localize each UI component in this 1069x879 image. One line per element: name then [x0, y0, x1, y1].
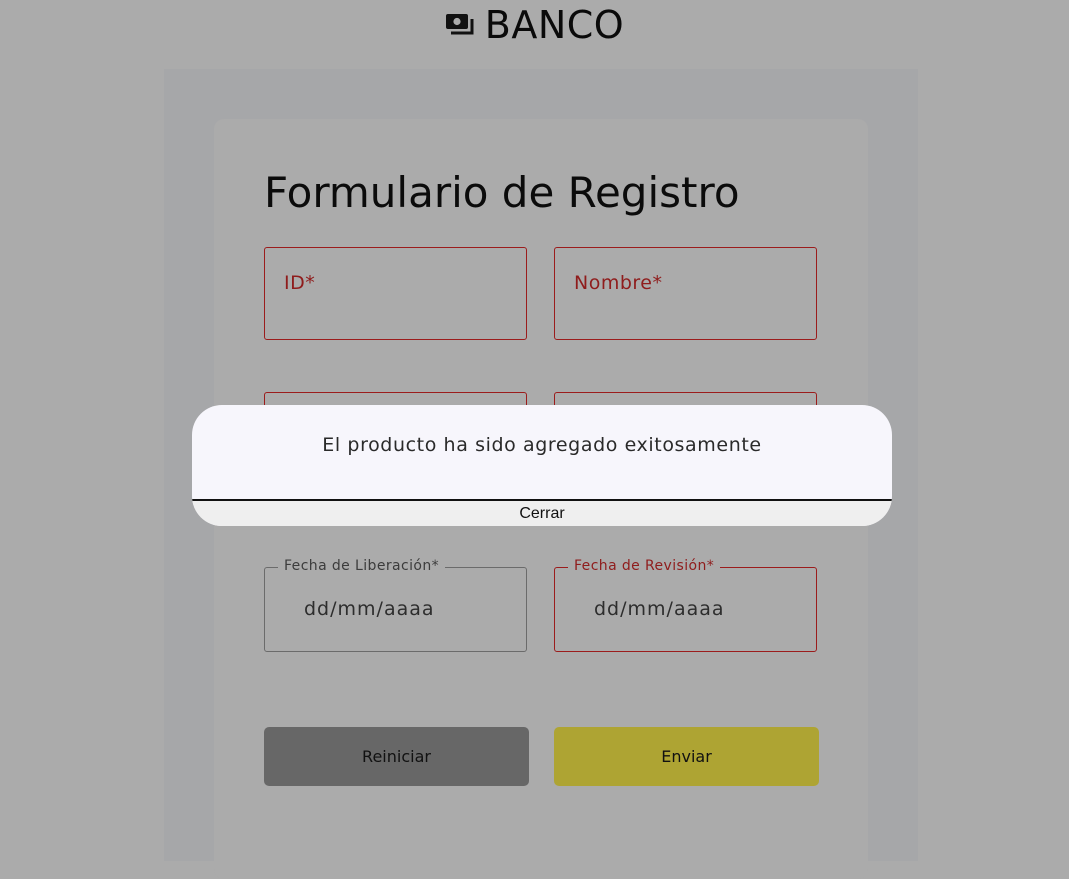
form-title: Formulario de Registro	[264, 168, 740, 217]
reset-button[interactable]: Reiniciar	[264, 727, 529, 786]
revision-date-input[interactable]: dd/mm/aaaa	[594, 598, 794, 620]
success-dialog: El producto ha sido agregado exitosament…	[192, 405, 892, 526]
release-date-label: Fecha de Liberación*	[278, 558, 445, 574]
name-field[interactable]: Nombre*	[554, 247, 817, 340]
id-field-label: ID*	[284, 272, 316, 294]
revision-date-field[interactable]: Fecha de Revisión* dd/mm/aaaa	[554, 558, 817, 652]
id-field[interactable]: ID*	[264, 247, 527, 340]
release-date-field[interactable]: Fecha de Liberación* dd/mm/aaaa	[264, 558, 527, 652]
money-icon	[445, 14, 474, 35]
name-field-label: Nombre*	[574, 272, 663, 294]
submit-button[interactable]: Enviar	[554, 727, 819, 786]
close-button[interactable]: Cerrar	[192, 499, 892, 526]
app-title: BANCO	[484, 3, 625, 47]
dialog-message: El producto ha sido agregado exitosament…	[322, 434, 762, 456]
app-header: BANCO	[0, 0, 1069, 50]
revision-date-label: Fecha de Revisión*	[568, 558, 721, 574]
release-date-input[interactable]: dd/mm/aaaa	[304, 598, 504, 620]
